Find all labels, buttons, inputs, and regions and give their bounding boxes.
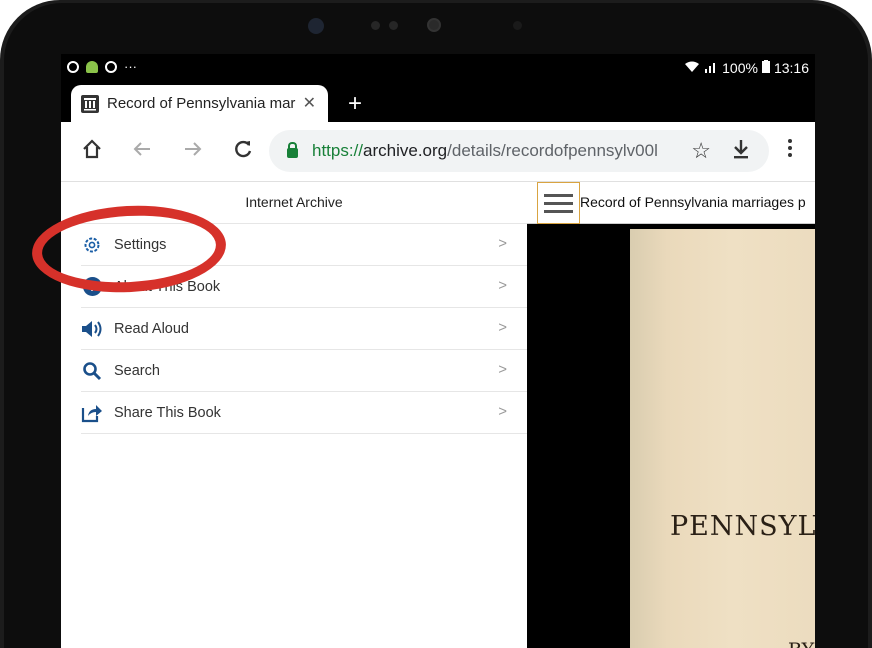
address-bar[interactable]: https://archive.org/details/recordofpenn… [269,130,769,172]
home-icon[interactable] [81,138,103,166]
chevron-right-icon: > [498,277,507,294]
screen: ··· 100% 13:16 Record of Pennsylvania ma… [61,54,815,648]
url-text[interactable]: https://archive.org/details/recordofpenn… [312,141,678,161]
book-title: Record of Pennsylvania marriages p [580,194,806,210]
reader-topbar: Record of Pennsylvania marriages p [527,182,815,224]
menu-item-label: Search [114,362,160,379]
menu-item-label: Read Aloud [114,320,189,337]
forward-icon[interactable] [182,138,204,166]
more-notifications: ··· [124,59,137,74]
tablet-frame: ··· 100% 13:16 Record of Pennsylvania ma… [0,0,872,648]
book-reader: Record of Pennsylvania marriages p PENNS… [527,182,815,648]
sensor-icon [389,21,398,30]
more-options-icon[interactable] [787,138,793,164]
download-icon[interactable] [731,138,751,166]
menu-item-search[interactable]: Search > [81,350,527,392]
page-text: BY [788,639,814,648]
chevron-right-icon: > [498,361,507,378]
android-icon [86,60,98,73]
clock: 13:16 [773,60,809,76]
data-saver-icon [105,60,117,73]
back-icon[interactable] [131,138,153,166]
battery-icon [761,60,770,76]
page-text: PENNSYLV [670,511,815,542]
book-page[interactable]: PENNSYLV BY [630,229,815,648]
sensor-icon [513,21,522,30]
bookmark-star-icon[interactable]: ☆ [691,138,711,164]
close-tab-icon[interactable]: ✕ [303,93,316,113]
sync-icon [67,60,79,73]
chevron-right-icon: > [498,319,507,336]
menu-item-label: Share This Book [114,404,221,421]
battery-percent: 100% [722,60,758,76]
chevron-right-icon: > [498,235,507,252]
new-tab-button[interactable]: + [348,90,362,118]
lock-icon [287,142,298,158]
status-bar: ··· 100% 13:16 [61,54,815,82]
browser-tab[interactable]: Record of Pennsylvania mar ✕ [71,85,328,122]
browser-toolbar: https://archive.org/details/recordofpenn… [61,122,815,182]
wifi-icon [684,60,700,76]
tab-strip: Record of Pennsylvania mar ✕ + [61,82,815,122]
share-icon [81,402,103,424]
tab-title: Record of Pennsylvania mar [107,95,296,112]
archive-favicon-icon [81,94,99,113]
speaker-icon [81,318,103,340]
hamburger-menu-icon[interactable] [537,182,580,224]
front-camera-icon [427,18,441,32]
menu-item-share[interactable]: Share This Book > [81,392,527,434]
search-icon [81,360,103,382]
chevron-right-icon: > [498,403,507,420]
signal-icon [704,60,718,76]
camera-icon [308,18,324,34]
sensor-icon [371,21,380,30]
reload-icon[interactable] [232,138,254,166]
menu-item-read-aloud[interactable]: Read Aloud > [81,308,527,350]
